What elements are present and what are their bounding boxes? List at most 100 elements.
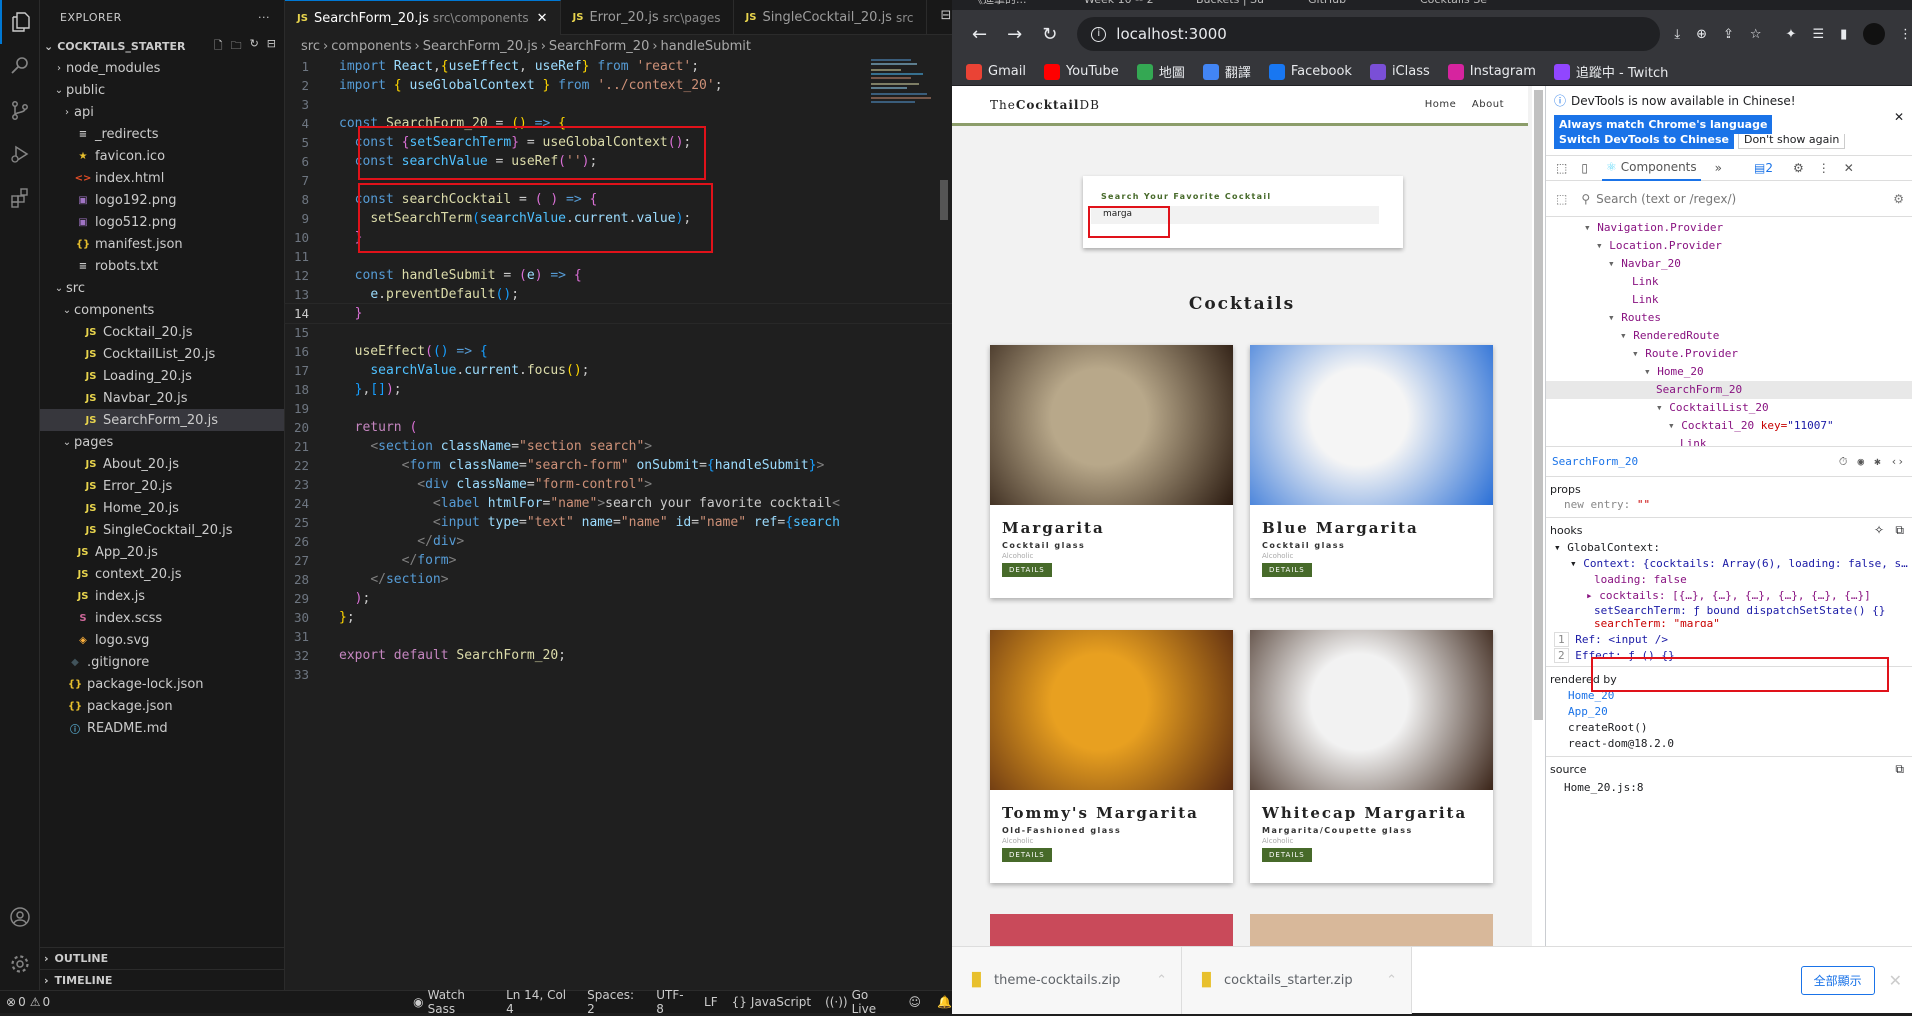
component-search-input[interactable]: Search (text or /regex/) (1596, 192, 1736, 206)
log-component-icon[interactable]: ✱ (1874, 455, 1881, 469)
code-line[interactable]: 28 </section> (285, 570, 952, 589)
code-line[interactable]: 19 (285, 399, 952, 418)
bookmark-item[interactable]: Facebook (1268, 63, 1352, 80)
file-item[interactable]: ▣ logo512.png (40, 211, 284, 233)
file-item[interactable]: JS SearchForm_20.js (40, 409, 284, 431)
project-header[interactable]: ⌄ COCKTAILS_STARTER 🗋 🗀 ↻ ⊟ (40, 35, 284, 57)
component-node[interactable]: Link (1546, 435, 1912, 446)
folder-item[interactable]: › node_modules (40, 57, 284, 79)
file-item[interactable]: JS About_20.js (40, 453, 284, 475)
file-item[interactable]: JS CocktailList_20.js (40, 343, 284, 365)
browser-tab[interactable]: Cocktails Se (1420, 0, 1487, 6)
extensions-icon[interactable] (0, 176, 40, 220)
issues-icon[interactable]: ▤ (1754, 161, 1765, 175)
ref-hook[interactable]: Ref: <input /> (1575, 633, 1668, 646)
file-item[interactable]: JS Loading_20.js (40, 365, 284, 387)
file-item[interactable]: ≡ _redirects (40, 123, 284, 145)
file-item[interactable]: ★ favicon.ico (40, 145, 284, 167)
chevron-up-icon[interactable]: ⌃ (1156, 973, 1167, 988)
explorer-icon[interactable] (0, 0, 40, 44)
more-actions-icon[interactable]: ··· (258, 11, 270, 24)
loading-value[interactable]: loading: false (1594, 573, 1912, 586)
close-tab-icon[interactable]: ✕ (537, 11, 548, 26)
download-item[interactable]: ▉ cocktails_starter.zip ⌃ (1182, 946, 1412, 1014)
file-item[interactable]: <> index.html (40, 167, 284, 189)
component-node[interactable]: ▾ Home_20 (1546, 363, 1912, 381)
more-tabs-icon[interactable]: » (1715, 161, 1722, 175)
side-panel-icon[interactable]: ▮ (1840, 27, 1847, 42)
refresh-icon[interactable]: ↻ (250, 37, 259, 56)
search-icon[interactable] (0, 44, 40, 88)
file-item[interactable]: JS Home_20.js (40, 497, 284, 519)
settings-gear-icon[interactable] (0, 942, 40, 986)
component-node[interactable]: ▾ Navbar_20 (1546, 255, 1912, 273)
breadcrumb-item[interactable]: SearchForm_20.js (423, 39, 538, 54)
breadcrumb-item[interactable]: handleSubmit (661, 39, 751, 54)
breadcrumb-item[interactable]: src (301, 39, 320, 54)
component-node[interactable]: ▾ Routes (1546, 309, 1912, 327)
bookmark-item[interactable]: YouTube (1043, 63, 1119, 80)
file-item[interactable]: {} manifest.json (40, 233, 284, 255)
code-line[interactable]: 30}; (285, 608, 952, 627)
file-item[interactable]: ≡ robots.txt (40, 255, 284, 277)
device-toolbar-icon[interactable]: ▯ (1581, 161, 1588, 175)
go-live[interactable]: Go Live (852, 988, 893, 1016)
download-icon[interactable]: ⤓ (1674, 27, 1680, 42)
code-line[interactable]: 15 (285, 323, 952, 342)
code-line[interactable]: 32 export default SearchForm_20; (285, 646, 952, 665)
watch-sass[interactable]: Watch Sass (428, 988, 490, 1016)
component-node[interactable]: ▾ Location.Provider (1546, 237, 1912, 255)
code-line[interactable]: 1 import React,{useEffect, useRef} from '… (285, 57, 952, 76)
code-line[interactable]: 13 e.preventDefault(); (285, 285, 952, 304)
address-bar[interactable]: i localhost:3000 (1077, 17, 1661, 51)
line-ending[interactable]: LF (704, 995, 718, 1009)
folder-item[interactable]: › api (40, 101, 284, 123)
file-item[interactable]: Sindex.scss (40, 607, 284, 629)
details-button[interactable]: DETAILS (1262, 563, 1312, 577)
folder-item[interactable]: ⌄ src (40, 277, 284, 299)
bookmark-item[interactable]: 地圖 (1136, 62, 1185, 81)
nav-home-link[interactable]: Home (1425, 99, 1457, 110)
file-item[interactable]: JS Cocktail_20.js (40, 321, 284, 343)
copy-source-icon[interactable]: ⧉ (1895, 762, 1904, 777)
collapse-all-icon[interactable]: ⊟ (267, 37, 276, 56)
code-line[interactable]: 3 (285, 95, 952, 114)
breadcrumb-item[interactable]: components (331, 39, 411, 54)
code-line[interactable]: 24 <label htmlFor="name">search your fav… (285, 494, 952, 513)
devtools-settings-icon[interactable]: ⚙ (1793, 161, 1804, 175)
details-button[interactable]: DETAILS (1002, 848, 1052, 862)
code-line[interactable]: 22 <form className="search-form" onSubmi… (285, 456, 952, 475)
code-line[interactable]: 33 (285, 665, 952, 684)
warning-count[interactable]: 0 (42, 995, 50, 1009)
bell-icon[interactable]: 🔔 (937, 995, 952, 1009)
folder-item[interactable]: ⌄ pages (40, 431, 284, 453)
component-node[interactable]: ▾ CocktailList_20 (1546, 399, 1912, 417)
browser-tab[interactable]: Buckets | Su (1196, 0, 1264, 6)
browser-tab[interactable]: Week 10 -- 2 (1084, 0, 1154, 6)
forward-icon[interactable]: → (1007, 24, 1022, 45)
bookmark-item[interactable]: 翻譯 (1202, 62, 1251, 81)
file-item[interactable]: JS App_20.js (40, 541, 284, 563)
global-context[interactable]: GlobalContext: (1567, 541, 1660, 554)
components-tab[interactable]: Components (1621, 160, 1697, 174)
browser-tab[interactable]: GitHub (1308, 0, 1346, 6)
split-editor-icon[interactable]: ⊟ (941, 8, 952, 26)
encoding[interactable]: UTF-8 (656, 988, 688, 1016)
cocktails-value[interactable]: cocktails: [{…}, {…}, {…}, {…}, {…}, {…}… (1599, 589, 1871, 601)
file-item[interactable]: JS Navbar_20.js (40, 387, 284, 409)
file-item[interactable]: ◈ logo.svg (40, 629, 284, 651)
site-info-icon[interactable]: i (1091, 26, 1107, 42)
new-folder-icon[interactable]: 🗀 (231, 37, 242, 56)
timeline-section[interactable]: › TIMELINE (40, 969, 285, 991)
browser-tab[interactable]: 《進撃的... (972, 0, 1027, 6)
bookmark-item[interactable]: 追蹤中 - Twitch (1553, 62, 1668, 81)
folder-item[interactable]: ⌄ components (40, 299, 284, 321)
suspend-icon[interactable]: ⏱ (1839, 455, 1848, 469)
reading-list-icon[interactable]: ☰ (1812, 27, 1824, 42)
component-node[interactable]: Link (1546, 291, 1912, 309)
share-icon[interactable]: ⇪ (1723, 27, 1734, 42)
minimap[interactable] (871, 57, 937, 127)
new-entry-value[interactable]: "" (1637, 498, 1650, 511)
page-scrollbar-thumb[interactable] (1534, 90, 1543, 720)
code-line[interactable]: 12 const handleSubmit = (e) => { (285, 266, 952, 285)
